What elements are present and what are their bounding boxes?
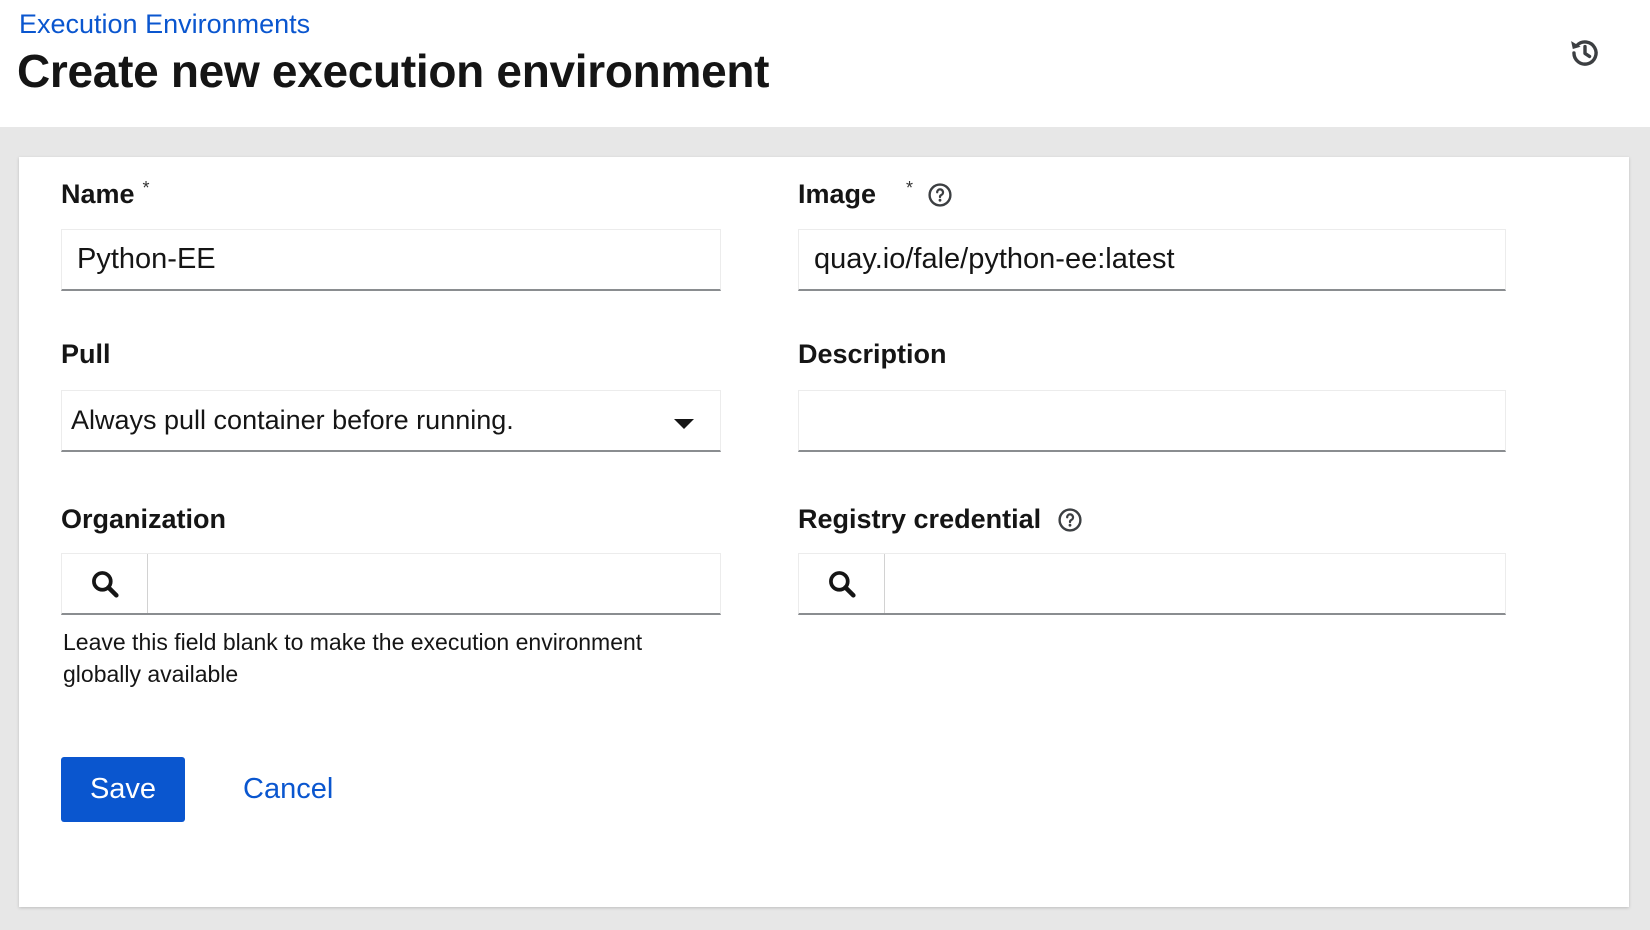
save-button[interactable]: Save — [61, 757, 185, 822]
pull-selected-value: Always pull container before running. — [71, 405, 514, 435]
required-indicator: * — [142, 178, 150, 198]
organization-lookup[interactable] — [61, 553, 721, 615]
search-icon — [91, 570, 119, 598]
caret-down-icon — [674, 419, 694, 429]
name-field[interactable] — [61, 229, 721, 291]
pull-label: Pull — [61, 339, 111, 369]
page-header: Execution Environments Create new execut… — [0, 0, 1650, 127]
name-label: Name * — [61, 178, 150, 209]
registry-credential-input[interactable] — [885, 554, 1505, 613]
search-icon — [828, 570, 856, 598]
registry-credential-label: Registry credential — [798, 504, 1083, 535]
name-input[interactable] — [62, 230, 720, 289]
image-label: Image * — [798, 178, 953, 210]
page-title: Create new execution environment — [17, 45, 770, 97]
question-circle-icon — [928, 182, 952, 207]
history-icon — [1571, 40, 1598, 66]
organization-helper-text: Leave this field blank to make the execu… — [63, 629, 643, 687]
organization-search-button[interactable] — [62, 554, 148, 613]
required-indicator: * — [906, 178, 914, 198]
description-input[interactable] — [799, 391, 1505, 450]
organization-input-wrap — [148, 554, 720, 613]
pull-select[interactable]: Always pull container before running. — [61, 390, 721, 452]
cancel-button[interactable]: Cancel — [243, 757, 333, 822]
description-label: Description — [798, 339, 947, 369]
description-field[interactable] — [798, 390, 1506, 452]
image-input[interactable] — [799, 230, 1505, 289]
registry-credential-help-button[interactable] — [1057, 507, 1083, 533]
registry-credential-input-wrap — [885, 554, 1505, 613]
form-card: Name * Image * Pull Always pull containe… — [19, 157, 1629, 907]
organization-input[interactable] — [148, 554, 720, 613]
registry-credential-search-button[interactable] — [799, 554, 885, 613]
registry-credential-lookup[interactable] — [798, 553, 1506, 615]
breadcrumb-execution-environments[interactable]: Execution Environments — [19, 9, 310, 40]
history-button[interactable] — [1566, 34, 1604, 72]
image-help-button[interactable] — [927, 182, 953, 208]
organization-label: Organization — [61, 504, 227, 534]
question-circle-icon — [1058, 507, 1082, 532]
image-field[interactable] — [798, 229, 1506, 291]
